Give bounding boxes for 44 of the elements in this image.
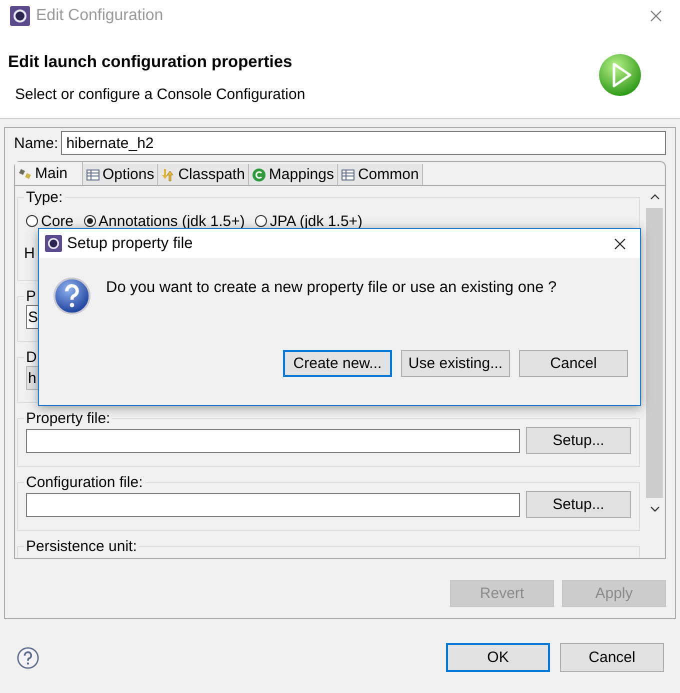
header-title: Edit launch configuration properties (8, 53, 294, 72)
group-label: Configuration file: (25, 474, 144, 491)
header-subtitle: Select or configure a Console Configuration (15, 86, 306, 103)
tab[interactable]: Options (82, 164, 158, 185)
arrows-icon (161, 168, 176, 182)
help-icon[interactable] (17, 646, 39, 668)
tab[interactable]: Classpath (158, 164, 249, 185)
group-label: Type: (25, 189, 64, 206)
play-icon (598, 53, 642, 97)
tab[interactable]: Mappings (248, 164, 338, 185)
dialog-button[interactable]: OK (446, 643, 550, 672)
dialog-button[interactable]: Cancel (560, 643, 664, 672)
tab[interactable]: Common (338, 164, 423, 185)
group-label: Property file: (25, 410, 112, 427)
file-field[interactable] (26, 492, 520, 516)
tab[interactable]: Main (15, 162, 83, 185)
dialog-button[interactable]: Use existing... (401, 350, 510, 377)
radio-option[interactable]: Core (26, 213, 74, 229)
question-icon (53, 277, 91, 315)
scroll-down-icon[interactable] (650, 506, 660, 512)
scroll-up-icon[interactable] (650, 194, 660, 200)
option-label: H (24, 245, 36, 262)
group-label: P (25, 288, 38, 305)
radio-option[interactable]: JPA (jdk 1.5+) (254, 213, 363, 229)
setup-button[interactable]: Setup... (526, 427, 631, 454)
c-badge-icon (252, 168, 266, 182)
file-field[interactable] (26, 428, 520, 452)
setup-button[interactable]: Setup... (526, 491, 631, 518)
table-icon (340, 168, 355, 182)
tab-icon (18, 166, 32, 180)
radio-option[interactable]: Annotations (jdk 1.5+) (84, 213, 245, 229)
close-icon[interactable] (614, 238, 626, 250)
name-field[interactable]: hibernate_h2 (61, 131, 666, 155)
group-label: D (25, 349, 38, 366)
group-label: Persistence unit: (25, 538, 138, 555)
dialog-button[interactable]: Cancel (519, 350, 628, 377)
dialog-title: Setup property file (67, 234, 193, 252)
gear-icon (45, 235, 62, 252)
name-label: Name: (14, 134, 58, 152)
table-icon (86, 168, 100, 182)
gear-icon (10, 6, 30, 26)
dialog-button[interactable]: Create new... (283, 350, 392, 377)
window-title: Edit Configuration (36, 7, 164, 25)
dialog-message: Do you want to create a new property file or use an existing one ? (106, 279, 557, 297)
